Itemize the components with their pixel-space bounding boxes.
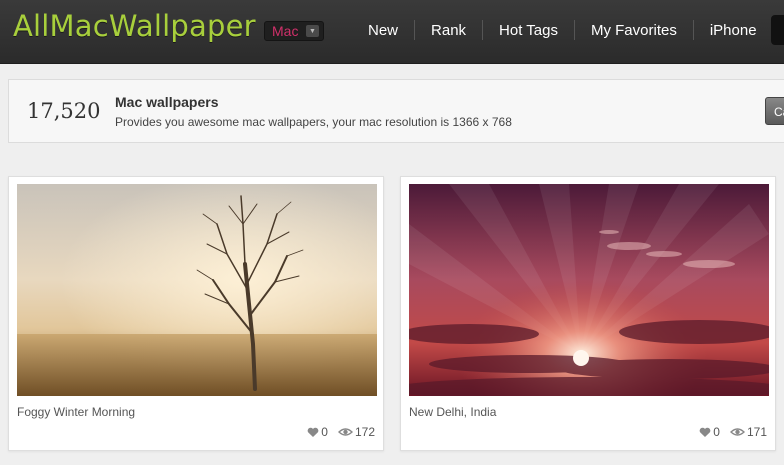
nav-item-hot-tags[interactable]: Hot Tags [482,20,574,40]
section-title: Mac wallpapers [115,94,219,110]
heart-icon [699,427,711,437]
nav-item-new[interactable]: New [352,20,414,40]
wallpaper-count: 17,520 [27,99,101,123]
top-navigation-bar: AllMacWallpaper Mac ▼ New Rank Hot Tags … [0,0,784,64]
platform-selector[interactable]: Mac ▼ [264,21,324,41]
wallpaper-title[interactable]: Foggy Winter Morning [17,405,135,419]
views-stat: 172 [337,425,375,439]
wallpaper-card: Foggy Winter Morning 0 172 [8,176,384,451]
wallpaper-stats: 0 172 [297,425,375,439]
platform-selector-label: Mac [272,23,299,39]
views-count: 171 [746,425,767,439]
wallpaper-title[interactable]: New Delhi, India [409,405,496,419]
search-box[interactable] [771,15,784,45]
wallpaper-thumbnail[interactable] [17,184,377,396]
nav-item-rank[interactable]: Rank [414,20,482,40]
chevron-down-icon: ▼ [306,25,319,37]
wallpaper-card: New Delhi, India 0 171 [400,176,776,451]
views-stat: 171 [729,425,767,439]
category-button[interactable]: Ca [765,97,784,125]
likes-count: 0 [713,425,720,439]
eye-icon [729,428,745,436]
nav-item-iphone[interactable]: iPhone [692,20,773,40]
eye-icon [337,428,353,436]
sunset-rays-image [409,184,769,396]
main-nav: New Rank Hot Tags My Favorites iPhone [352,0,773,60]
wallpaper-stats: 0 171 [689,425,767,439]
likes-stat[interactable]: 0 [699,425,720,439]
views-count: 172 [354,425,375,439]
foggy-tree-image [17,184,377,396]
likes-count: 0 [321,425,328,439]
section-description: Provides you awesome mac wallpapers, you… [115,115,512,129]
nav-item-my-favorites[interactable]: My Favorites [573,20,693,40]
wallpaper-thumbnail[interactable] [409,184,769,396]
heart-icon [307,427,319,437]
likes-stat[interactable]: 0 [307,425,328,439]
site-logo[interactable]: AllMacWallpaper [13,9,256,43]
info-panel: 17,520 Mac wallpapers Provides you aweso… [8,79,784,143]
